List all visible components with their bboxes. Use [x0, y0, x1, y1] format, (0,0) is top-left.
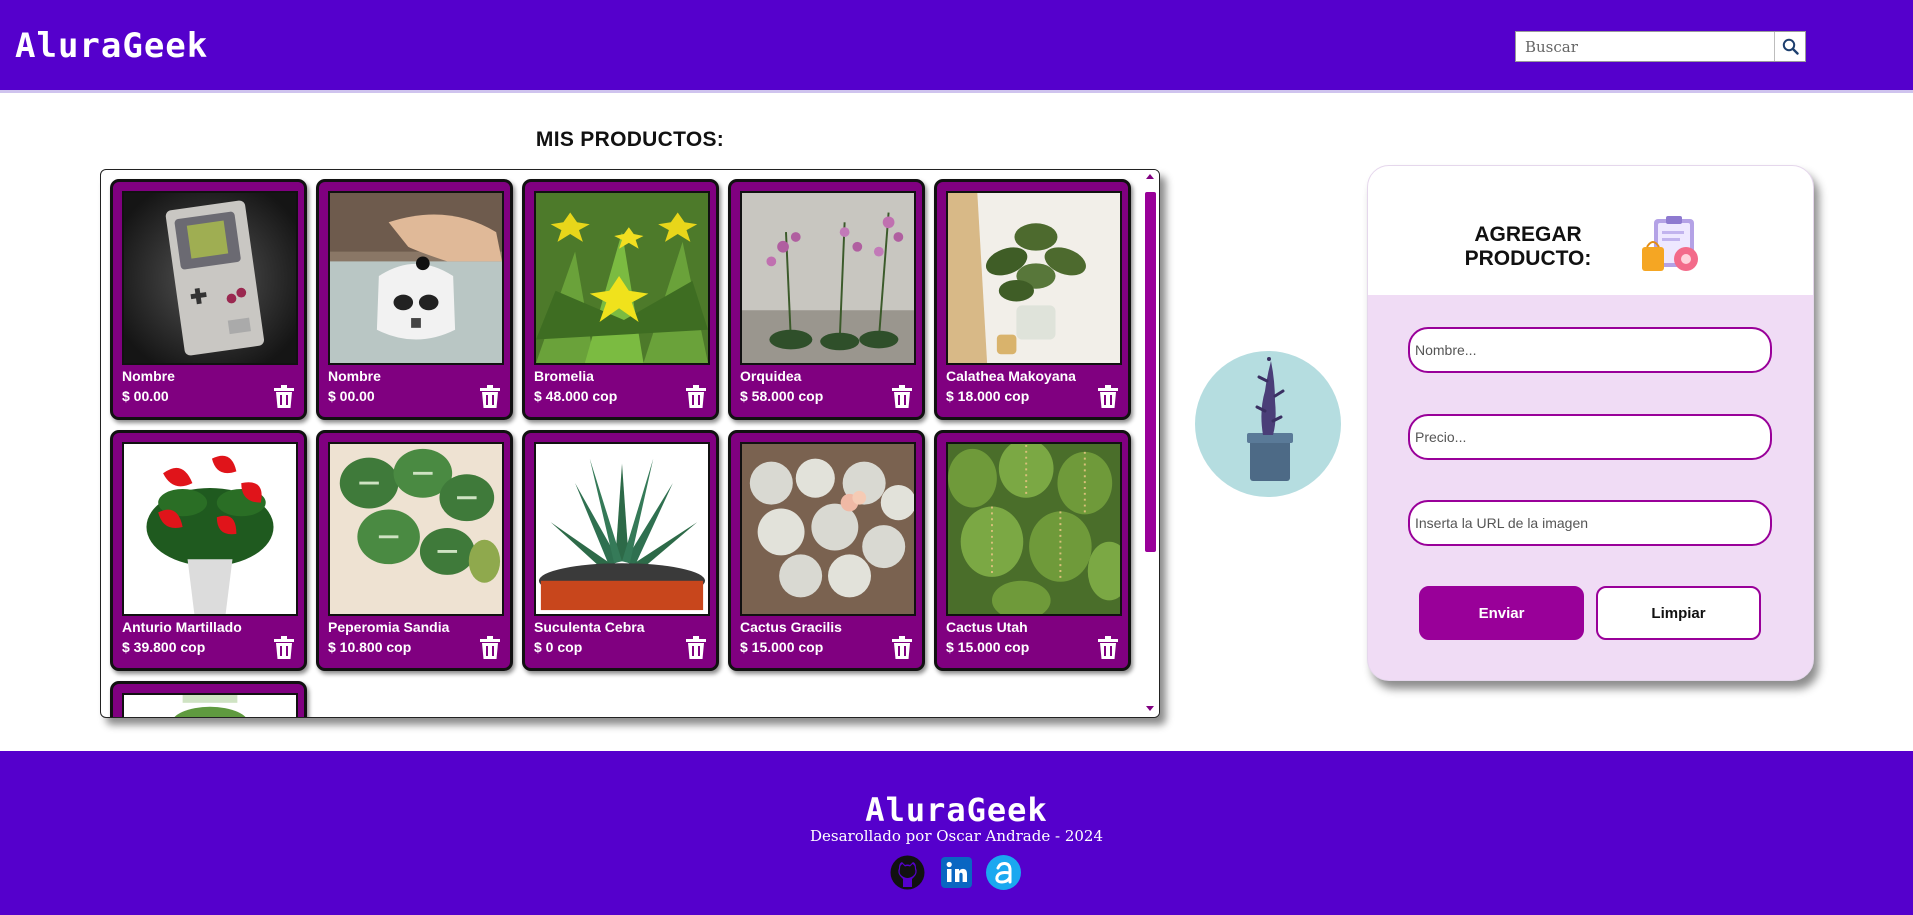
- product-name: Peperomia Sandia: [328, 619, 450, 635]
- product-price: $ 39.800 cop: [122, 639, 206, 655]
- product-name: Cactus Gracilis: [740, 619, 842, 635]
- trash-icon[interactable]: [685, 636, 707, 660]
- product-image: [328, 442, 504, 616]
- product-image: [946, 442, 1122, 616]
- product-name: Cactus Utah: [946, 619, 1028, 635]
- product-image: [534, 442, 710, 616]
- product-price: $ 18.000 cop: [946, 388, 1030, 404]
- product-name: Anturio Martillado: [122, 619, 242, 635]
- product-image: [534, 191, 710, 365]
- product-card: Anturio Martillado $ 39.800 cop: [110, 430, 307, 671]
- product-price: $ 15.000 cop: [946, 639, 1030, 655]
- footer-credit: Desarollado por Oscar Andrade - 2024: [810, 827, 1103, 845]
- send-button[interactable]: Enviar: [1419, 586, 1584, 640]
- product-price: $ 48.000 cop: [534, 388, 618, 404]
- product-image: [946, 191, 1122, 365]
- form-title-line2: PRODUCTO:: [1464, 247, 1592, 270]
- product-name: Suculenta Cebra: [534, 619, 645, 635]
- product-card: Nombre $ 00.00: [316, 179, 513, 420]
- product-card: Cactus Utah $ 15.000 cop: [934, 430, 1131, 671]
- product-name: Bromelia: [534, 368, 594, 384]
- search-box: [1515, 31, 1806, 62]
- products-scrollbar[interactable]: [1142, 170, 1159, 717]
- product-image: [740, 442, 916, 616]
- trash-icon[interactable]: [479, 385, 501, 409]
- trash-icon[interactable]: [891, 636, 913, 660]
- scroll-up-arrow-icon[interactable]: [1146, 174, 1154, 179]
- product-price: $ 00.00: [122, 388, 169, 404]
- cactus-illustration: [1195, 351, 1341, 497]
- product-card: Suculenta Cebra $ 0 cop: [522, 430, 719, 671]
- image-url-field[interactable]: [1408, 500, 1772, 546]
- product-card: Peperomia Sandia $ 10.800 cop: [316, 430, 513, 671]
- trash-icon[interactable]: [273, 385, 295, 409]
- product-name: Calathea Makoyana: [946, 368, 1076, 384]
- add-product-form: AGREGAR PRODUCTO: Enviar Limpiar: [1367, 165, 1814, 681]
- trash-icon[interactable]: [1097, 385, 1119, 409]
- product-price: $ 0 cop: [534, 639, 583, 655]
- alura-icon[interactable]: [985, 854, 1022, 891]
- product-card: Nombre $ 00.00: [110, 179, 307, 420]
- clipboard-icon: [1642, 216, 1698, 271]
- product-price: $ 00.00: [328, 388, 375, 404]
- site-logo[interactable]: AluraGeek: [15, 26, 208, 66]
- trash-icon[interactable]: [273, 636, 295, 660]
- products-title: MIS PRODUCTOS:: [535, 128, 725, 151]
- product-price: $ 15.000 cop: [740, 639, 824, 655]
- product-name: Nombre: [122, 368, 175, 384]
- site-footer: AluraGeek Desarollado por Oscar Andrade …: [0, 751, 1913, 915]
- product-card: Calathea Makoyana $ 18.000 cop: [934, 179, 1131, 420]
- product-card: Bromelia $ 48.000 cop: [522, 179, 719, 420]
- product-image: [122, 442, 298, 616]
- product-name: Orquidea: [740, 368, 802, 384]
- price-field[interactable]: [1408, 414, 1772, 460]
- trash-icon[interactable]: [685, 385, 707, 409]
- site-header: AluraGeek: [0, 0, 1913, 93]
- product-image: [122, 693, 298, 717]
- product-image: [328, 191, 504, 365]
- product-image: [740, 191, 916, 365]
- products-container: Nombre $ 00.00 Nombre $ 00.00 Bromelia $…: [100, 169, 1160, 718]
- product-card: Cactus Gracilis $ 15.000 cop: [728, 430, 925, 671]
- scroll-thumb[interactable]: [1145, 192, 1156, 552]
- search-button[interactable]: [1774, 32, 1805, 61]
- trash-icon[interactable]: [891, 385, 913, 409]
- trash-icon[interactable]: [1097, 636, 1119, 660]
- form-header: AGREGAR PRODUCTO:: [1368, 166, 1813, 295]
- search-input[interactable]: [1516, 32, 1774, 61]
- magnifier-icon: [1782, 38, 1799, 55]
- product-image: [122, 191, 298, 365]
- linkedin-icon[interactable]: [938, 854, 975, 891]
- product-card: [110, 681, 307, 717]
- trash-icon[interactable]: [479, 636, 501, 660]
- product-price: $ 10.800 cop: [328, 639, 412, 655]
- scroll-down-arrow-icon[interactable]: [1146, 706, 1154, 711]
- product-card: Orquidea $ 58.000 cop: [728, 179, 925, 420]
- footer-logo: AluraGeek: [865, 791, 1048, 829]
- product-price: $ 58.000 cop: [740, 388, 824, 404]
- product-name: Nombre: [328, 368, 381, 384]
- form-title: AGREGAR PRODUCTO:: [1438, 223, 1618, 271]
- github-icon[interactable]: [889, 854, 926, 891]
- name-field[interactable]: [1408, 327, 1772, 373]
- clear-button[interactable]: Limpiar: [1596, 586, 1761, 640]
- form-title-line1: AGREGAR: [1474, 223, 1582, 246]
